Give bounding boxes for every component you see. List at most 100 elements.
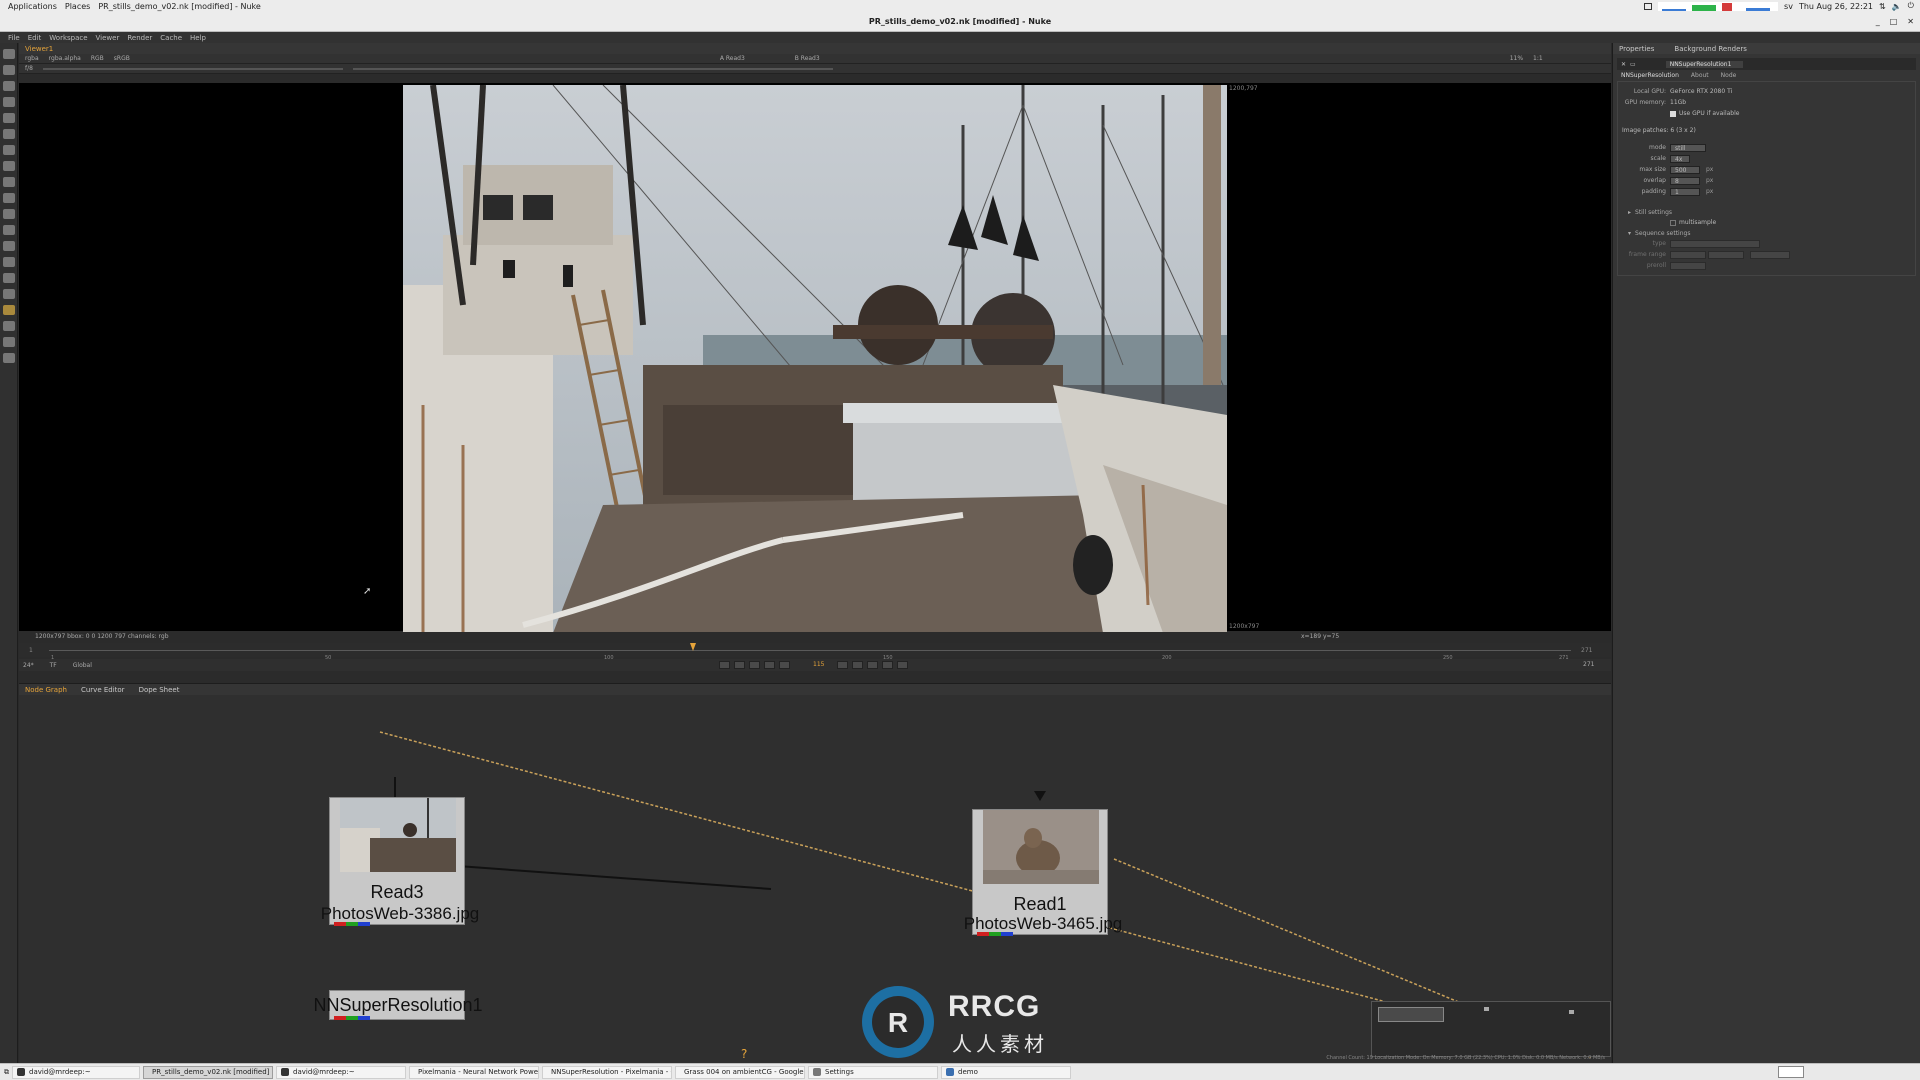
power-icon[interactable]: ⏻ xyxy=(1908,1,1914,11)
active-window-title[interactable]: PR_stills_demo_v02.nk [modified] - Nuke xyxy=(98,2,260,11)
sequence-settings-group[interactable]: ▾ Sequence settings xyxy=(1618,228,1915,238)
tf-select[interactable]: TF xyxy=(50,662,57,669)
overlap-field[interactable]: 8 xyxy=(1670,176,1700,185)
screenshot-icon[interactable] xyxy=(1644,2,1653,10)
still-settings-group[interactable]: ▸ Still settings xyxy=(1618,207,1915,217)
applications-menu[interactable]: Applications xyxy=(8,2,57,11)
timeline-ruler[interactable] xyxy=(49,650,1571,651)
gain-slider[interactable] xyxy=(42,67,343,70)
read3-node[interactable]: Read3 PhotosWeb-3386.jpg xyxy=(321,797,479,926)
fstop-field[interactable]: f/8 xyxy=(25,65,33,72)
play-forward-button[interactable] xyxy=(852,661,863,669)
network-icon[interactable]: ⇅ xyxy=(1879,2,1886,11)
toolsets-icon[interactable] xyxy=(3,273,15,283)
current-frame-field[interactable]: 115 xyxy=(813,661,824,668)
volume-icon[interactable]: 🔈 xyxy=(1892,2,1902,11)
input-b-select[interactable]: B Read3 xyxy=(795,55,820,62)
end-frame-field[interactable]: 271 xyxy=(1583,661,1594,668)
cara-vr-icon[interactable] xyxy=(3,337,15,347)
tab-about[interactable]: About xyxy=(1691,72,1709,79)
multisample-checkbox[interactable] xyxy=(1670,219,1676,226)
max-size-field[interactable]: 500 xyxy=(1670,165,1700,174)
plugin-tools-icon[interactable] xyxy=(3,321,15,331)
maximize-button[interactable]: □ xyxy=(1890,12,1898,32)
scope-select[interactable]: Global xyxy=(73,662,92,669)
keyer-tools-icon[interactable] xyxy=(3,145,15,155)
close-button[interactable]: ✕ xyxy=(1907,12,1914,32)
menu-edit[interactable]: Edit xyxy=(28,34,42,42)
show-desktop-icon[interactable]: ⧉ xyxy=(4,1068,9,1077)
other-tools-icon[interactable] xyxy=(3,289,15,299)
node-graph-minimap[interactable] xyxy=(1371,1001,1611,1057)
taskbar-item[interactable]: david@mrdeep:~ xyxy=(276,1065,406,1079)
tab-background-renders[interactable]: Background Renders xyxy=(1674,45,1747,53)
taskbar-item[interactable]: Pixelmania - Neural Network Power... xyxy=(409,1065,539,1079)
workspace-switcher[interactable] xyxy=(1778,1066,1804,1078)
last-frame-button[interactable] xyxy=(897,661,908,669)
tab-viewer1[interactable]: Viewer1 xyxy=(25,45,53,53)
keyboard-layout[interactable]: sv xyxy=(1784,2,1793,11)
menu-file[interactable]: File xyxy=(8,34,20,42)
viewer-viewport[interactable]: 1200,797 1200x797 ➚ xyxy=(19,83,1611,633)
close-node-icon[interactable]: ✕ xyxy=(1621,61,1626,68)
deep-tools-icon[interactable] xyxy=(3,225,15,235)
alpha-select[interactable]: rgba.alpha xyxy=(49,55,81,62)
menu-cache[interactable]: Cache xyxy=(160,34,182,42)
float-node-icon[interactable]: ▭ xyxy=(1630,61,1636,68)
gamma-slider[interactable] xyxy=(352,67,833,70)
timeline[interactable]: 1 1 50 100 150 200 250 271 271 xyxy=(19,643,1611,661)
color-tools-icon[interactable] xyxy=(3,113,15,123)
node-name-field[interactable]: NNSuperResolution1 xyxy=(1665,60,1744,68)
places-menu[interactable]: Places xyxy=(65,2,90,11)
collapse-triangle-icon[interactable]: ▾ xyxy=(1628,230,1631,237)
image-tools-icon[interactable] xyxy=(3,49,15,59)
menu-render[interactable]: Render xyxy=(127,34,152,42)
smartvector-icon[interactable] xyxy=(3,353,15,363)
pipe-nnsr-output[interactable] xyxy=(443,864,772,890)
transform-tools-icon[interactable] xyxy=(3,177,15,187)
taskbar-item[interactable]: david@mrdeep:~ xyxy=(12,1065,140,1079)
channel-tools-icon[interactable] xyxy=(3,97,15,107)
node-graph-panel[interactable]: Node Graph Curve Editor Dope Sheet Read3… xyxy=(19,683,1611,1063)
nnsuperresolution-node[interactable]: NNSuperResolution1 xyxy=(313,990,483,1020)
taskbar-item[interactable]: PR_stills_demo_v02.nk [modified] ... xyxy=(143,1065,273,1079)
time-tools-icon[interactable] xyxy=(3,81,15,91)
next-keyframe-button[interactable] xyxy=(882,661,893,669)
mode-select[interactable]: still xyxy=(1670,143,1706,152)
taskbar-item[interactable]: NNSuperResolution - Pixelmania - G... xyxy=(542,1065,672,1079)
menu-help[interactable]: Help xyxy=(190,34,206,42)
step-back-button[interactable] xyxy=(779,661,790,669)
dot-node[interactable]: ? xyxy=(741,1047,747,1061)
merge-tools-icon[interactable] xyxy=(3,161,15,171)
step-forward-button[interactable] xyxy=(837,661,848,669)
taskbar-item[interactable]: Settings xyxy=(808,1065,938,1079)
clock[interactable]: Thu Aug 26, 22:21 xyxy=(1799,2,1873,11)
play-backward-button[interactable] xyxy=(764,661,775,669)
views-tools-icon[interactable] xyxy=(3,241,15,251)
filter-tools-icon[interactable] xyxy=(3,129,15,139)
colorspace-select[interactable]: RGB xyxy=(91,55,104,62)
lut-select[interactable]: sRGB xyxy=(114,55,130,62)
scale-select[interactable]: 4x xyxy=(1670,154,1690,163)
first-frame-button[interactable] xyxy=(719,661,730,669)
padding-field[interactable]: 1 xyxy=(1670,187,1700,196)
3d-tools-icon[interactable] xyxy=(3,193,15,203)
minimize-button[interactable]: _ xyxy=(1876,12,1880,32)
prev-frame-button[interactable] xyxy=(749,661,760,669)
prev-keyframe-button[interactable] xyxy=(734,661,745,669)
next-frame-button[interactable] xyxy=(867,661,878,669)
taskbar-item[interactable]: demo xyxy=(941,1065,1071,1079)
read1-node[interactable]: Read1 PhotosWeb-3465.jpg xyxy=(964,809,1122,936)
use-gpu-checkbox[interactable] xyxy=(1670,110,1676,117)
fps-select[interactable]: 24* xyxy=(23,662,34,669)
metadata-tools-icon[interactable] xyxy=(3,257,15,267)
particles-tools-icon[interactable] xyxy=(3,209,15,219)
draw-tools-icon[interactable] xyxy=(3,65,15,75)
ratio-select[interactable]: 1:1 xyxy=(1533,55,1543,62)
menu-workspace[interactable]: Workspace xyxy=(49,34,87,42)
input-a-select[interactable]: A Read3 xyxy=(720,55,745,62)
menu-viewer[interactable]: Viewer xyxy=(96,34,120,42)
tab-properties[interactable]: Properties xyxy=(1619,45,1654,53)
tab-node[interactable]: Node xyxy=(1721,72,1737,79)
tab-nnsuperresolution[interactable]: NNSuperResolution xyxy=(1621,72,1679,79)
